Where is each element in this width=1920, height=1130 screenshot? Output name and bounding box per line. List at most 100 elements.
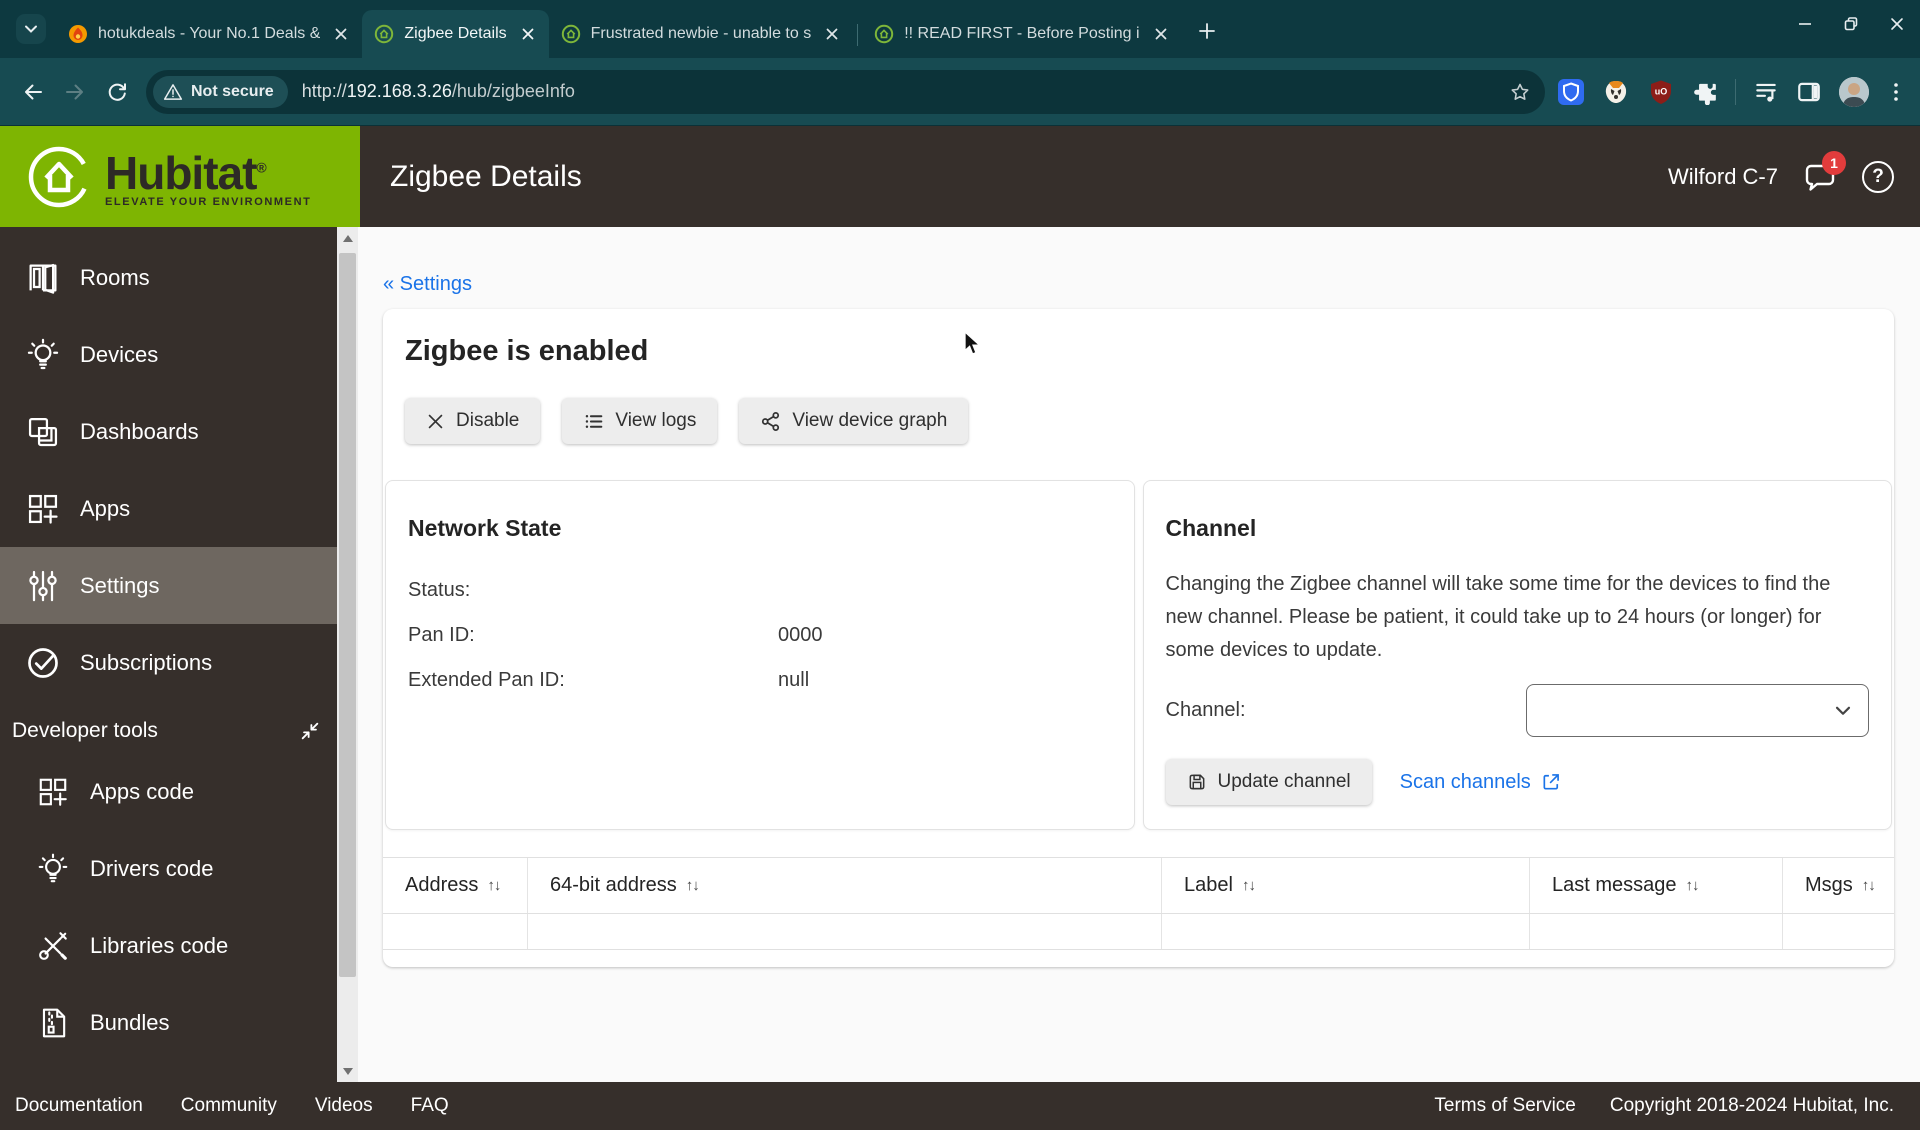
column-header-64bit-address[interactable]: 64-bit address ↑↓ [527,858,1161,913]
chevron-down-icon [25,25,37,33]
sidebar: Rooms Devices Dashboards Apps Settings S… [0,227,337,1082]
privacy-badger-extension-icon[interactable] [1602,78,1630,106]
help-button[interactable]: ? [1862,160,1894,193]
view-device-graph-button[interactable]: View device graph [739,398,969,444]
column-label: Msgs [1805,874,1853,896]
scroll-down-arrow[interactable] [337,1060,358,1082]
sidebar-item-devices[interactable]: Devices [0,316,337,393]
app-footer: Documentation Community Videos FAQ Terms… [0,1082,1920,1130]
bitwarden-extension-icon[interactable] [1557,78,1585,106]
app-header: Hubitat® ELEVATE YOUR ENVIRONMENT Zigbee… [0,126,1920,227]
footer-right: Terms of Service Copyright 2018-2024 Hub… [1434,1095,1894,1117]
sliders-icon [20,568,66,604]
table-cell [1161,914,1529,949]
zigbee-status-heading: Zigbee is enabled [405,335,649,367]
sort-icon[interactable]: ↑↓ [686,877,700,894]
view-logs-button[interactable]: View logs [562,398,718,444]
close-window-button[interactable] [1874,0,1920,48]
tab-frustrated-newbie[interactable]: Frustrated newbie - unable to s [549,10,854,58]
sidebar-item-label: Dashboards [80,418,199,444]
media-controls-icon[interactable] [1753,79,1779,105]
forward-button[interactable] [54,71,96,113]
side-panel-icon[interactable] [1796,79,1822,105]
collapse-icon[interactable] [299,720,321,742]
hubitat-icon [375,24,394,44]
sidebar-item-apps[interactable]: Apps [0,470,337,547]
terms-of-service-link[interactable]: Terms of Service [1434,1095,1575,1117]
security-chip-label: Not secure [191,82,274,100]
tab-zigbee-details[interactable]: Zigbee Details [362,10,549,58]
dashboards-icon [20,414,66,450]
sidebar-item-settings[interactable]: Settings [0,547,337,624]
column-header-last-message[interactable]: Last message ↑↓ [1529,858,1782,913]
ublock-origin-extension-icon[interactable]: uO [1647,78,1675,106]
extensions-row: uO [1557,76,1906,107]
sort-icon[interactable]: ↑↓ [1242,877,1256,894]
update-channel-button[interactable]: Update channel [1165,759,1372,805]
column-label: Address [405,874,479,896]
sort-icon[interactable]: ↑↓ [1686,877,1700,894]
back-button[interactable] [12,71,54,113]
address-bar[interactable]: Not secure http://192.168.3.26/hub/zigbe… [146,69,1545,114]
new-tab-button[interactable] [1192,16,1222,46]
tab-title: Zigbee Details [404,25,507,42]
external-link-icon [1543,774,1559,790]
bookmark-star-icon[interactable] [1509,81,1531,103]
tab-read-first[interactable]: !! READ FIRST - Before Posting i [862,10,1181,58]
sidebar-item-drivers-code[interactable]: Drivers code [0,830,337,907]
sort-icon[interactable]: ↑↓ [1862,877,1876,894]
sidebar-item-libraries-code[interactable]: Libraries code [0,907,337,984]
browser-menu-icon[interactable] [1886,81,1906,103]
screen: hotukdeals - Your No.1 Deals & Zigbee De… [0,0,1920,1130]
column-header-msgs[interactable]: Msgs ↑↓ [1782,858,1894,913]
tab-search-button[interactable] [16,14,46,44]
row-value: null [778,669,810,691]
profile-avatar[interactable] [1839,76,1869,107]
table-row-empty [383,914,1894,950]
footer-link-documentation[interactable]: Documentation [15,1095,143,1117]
close-icon[interactable] [517,23,539,45]
url-scheme: http:// [301,81,347,101]
hubitat-logo[interactable]: Hubitat® ELEVATE YOUR ENVIRONMENT [0,126,360,227]
scroll-up-arrow[interactable] [337,227,358,249]
scan-channels-link[interactable]: Scan channels [1400,771,1561,794]
channel-card: Channel Changing the Zigbee channel will… [1142,480,1892,830]
column-header-address[interactable]: Address ↑↓ [383,858,527,913]
button-label: Disable [456,410,520,431]
tools-icon [30,929,76,963]
scrollbar-thumb[interactable] [339,253,356,977]
extensions-puzzle-icon[interactable] [1692,79,1718,105]
notifications-button[interactable]: 1 [1800,150,1846,197]
apps-grid-icon [30,775,76,809]
list-icon [586,414,603,428]
reload-button[interactable] [96,71,138,113]
security-chip[interactable]: Not secure [153,75,288,108]
sidebar-item-apps-code[interactable]: Apps code [0,753,337,830]
sidebar-item-subscriptions[interactable]: Subscriptions [0,624,337,701]
hotukdeals-flame-icon [69,25,87,43]
close-icon[interactable] [1150,23,1172,45]
disable-button[interactable]: Disable [405,398,541,444]
sidebar-item-label: Drivers code [90,855,214,881]
footer-link-faq[interactable]: FAQ [411,1095,449,1117]
browser-toolbar: Not secure http://192.168.3.26/hub/zigbe… [0,58,1920,126]
footer-link-videos[interactable]: Videos [315,1095,373,1117]
footer-link-community[interactable]: Community [181,1095,277,1117]
column-header-label[interactable]: Label ↑↓ [1161,858,1529,913]
tab-hotukdeals[interactable]: hotukdeals - Your No.1 Deals & [56,10,362,58]
copyright-text: Copyright 2018-2024 Hubitat, Inc. [1609,1095,1894,1116]
close-icon[interactable] [330,23,352,45]
column-label: 64-bit address [550,874,677,896]
channel-select[interactable] [1526,684,1869,737]
minimize-button[interactable] [1782,0,1828,48]
sidebar-item-label: Rooms [80,264,150,290]
close-icon[interactable] [821,23,843,45]
sidebar-scrollbar[interactable] [337,227,358,1082]
sidebar-item-rooms[interactable]: Rooms [0,239,337,316]
restore-button[interactable] [1828,0,1874,48]
sort-icon[interactable]: ↑↓ [487,877,501,894]
breadcrumb-settings-link[interactable]: « Settings [383,273,472,296]
row-label: Status: [408,579,471,601]
sidebar-item-dashboards[interactable]: Dashboards [0,393,337,470]
sidebar-item-bundles[interactable]: Bundles [0,984,337,1061]
